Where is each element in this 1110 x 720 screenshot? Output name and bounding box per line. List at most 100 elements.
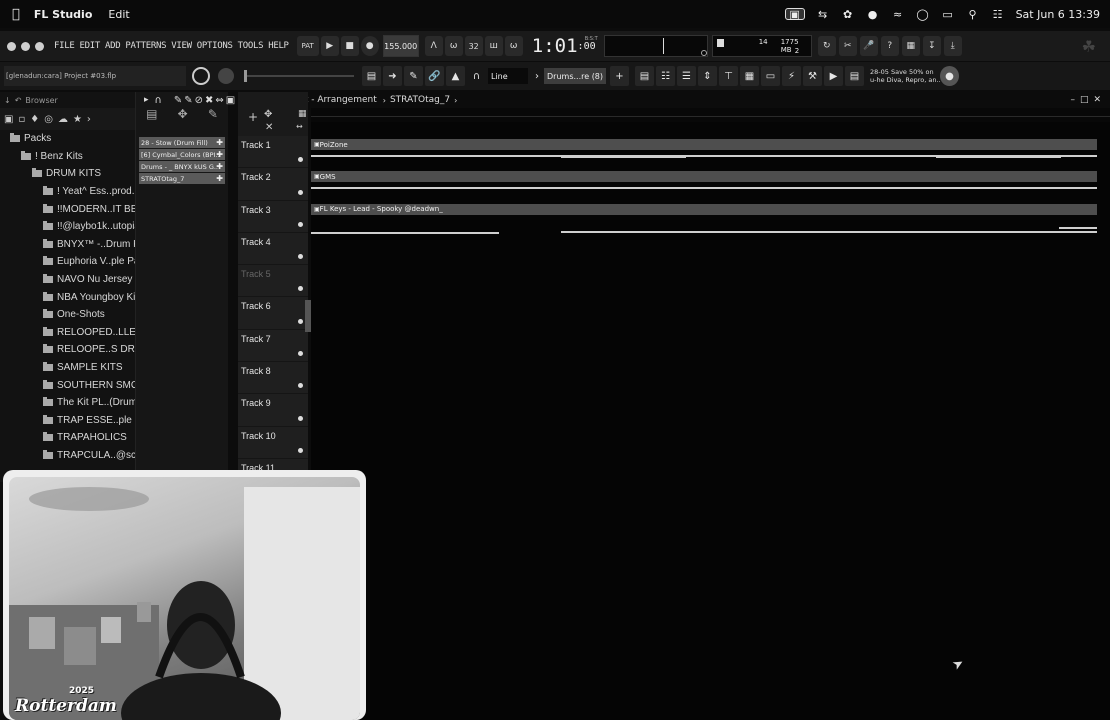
sync-icon[interactable]: ⇆	[816, 8, 830, 21]
help-icon[interactable]: ?	[880, 36, 899, 56]
cut-icon[interactable]: ✂	[838, 36, 857, 56]
browser-item[interactable]: ! Benz Kits	[0, 148, 135, 166]
apple-icon[interactable]: 	[12, 7, 20, 22]
close-window-button[interactable]	[7, 41, 16, 51]
menubar-clock[interactable]: Sat Jun 6 13:39	[1016, 8, 1100, 21]
playlist-icon[interactable]: ▤	[635, 66, 654, 86]
picker-item[interactable]: STRATOtag_7 ✚	[139, 173, 225, 184]
piano-roll-icon[interactable]: ▤	[362, 66, 381, 86]
channel-prev-icon[interactable]: ›	[532, 66, 542, 86]
menu-add[interactable]: ADD	[105, 41, 121, 51]
browser-file-icon[interactable]: ▫	[18, 114, 25, 125]
creative-cloud-icon[interactable]: ✿	[841, 8, 855, 21]
master-volume-knob[interactable]	[192, 67, 210, 85]
stamp-icon[interactable]: ▲	[446, 66, 465, 86]
browser-item[interactable]: TRAPAHOLICS	[0, 429, 135, 447]
playlist-arrow-icon[interactable]: ▸	[144, 95, 149, 105]
browser-item[interactable]: One-Shots	[0, 306, 135, 324]
menu-help[interactable]: HELP	[268, 41, 289, 51]
track-mute-button[interactable]	[298, 286, 303, 292]
zoom-window-button[interactable]	[35, 41, 44, 51]
browser-item[interactable]: ! Yeat^ Ess..prod..stc]	[0, 183, 135, 201]
account-icon[interactable]: ●	[866, 8, 880, 21]
wait-input-icon[interactable]: ω	[444, 36, 463, 56]
channel-rack-icon[interactable]: ☷	[656, 66, 675, 86]
browser-item[interactable]: SAMPLE KITS	[0, 359, 135, 377]
channel-selector[interactable]: Drums...re (8)	[544, 68, 606, 84]
wifi-icon[interactable]: ≈	[891, 8, 905, 21]
battery-icon[interactable]: ▭	[941, 8, 955, 21]
add-channel-icon[interactable]: +	[610, 66, 629, 86]
picker-view-icon[interactable]: ▤	[146, 107, 157, 121]
browser-item[interactable]: !!@laybo1k..utopia kit	[0, 218, 135, 236]
menu-edit[interactable]: Edit	[108, 8, 129, 21]
magnet-snap-icon[interactable]: ∩	[155, 95, 162, 106]
track-header[interactable]: Track 4	[238, 232, 308, 266]
track-mute-button[interactable]	[298, 189, 303, 195]
picker-add-icon[interactable]: ✚	[216, 174, 223, 183]
browser-item[interactable]: TRAPCULA..@scarpele	[0, 447, 135, 465]
record-button[interactable]: ●	[360, 36, 379, 56]
track-lock-icon[interactable]: ▦	[298, 109, 307, 119]
metronome-icon[interactable]: Λ	[424, 36, 443, 56]
picker-move-icon[interactable]: ✥	[178, 107, 188, 121]
browser-back-icon[interactable]: ↶	[15, 96, 22, 105]
picker-add-icon[interactable]: ✚	[216, 162, 223, 171]
move-track-icon[interactable]: ✥	[264, 109, 272, 120]
patterns-icon[interactable]: ▦	[740, 66, 759, 86]
routing-icon[interactable]: ⊤	[719, 66, 738, 86]
browser-sample-icon[interactable]: ◎	[44, 114, 53, 125]
cart-icon[interactable]: ▤	[845, 66, 864, 86]
arrangement-area[interactable]: ▣ PoiZone ▣ GMS ▣ FL Keys - Lead - Spooky …	[311, 122, 1110, 720]
news-panel[interactable]: 28-05 Save 50% on u-he Diva, Repro, an..	[870, 66, 940, 86]
track-mute-button[interactable]	[298, 318, 303, 324]
playlist-window-controls[interactable]: –□✕	[1070, 95, 1106, 105]
browser-item[interactable]: BNYX™ -..Drum Kit)	[0, 236, 135, 254]
track-mute-button[interactable]	[298, 254, 303, 260]
picker-item[interactable]: Drums - _ BNYX kUS G.. ✚	[139, 161, 225, 172]
browser-item[interactable]: DRUM KITS	[0, 165, 135, 183]
track-header[interactable]: Track 7	[238, 329, 308, 363]
timeline-ruler[interactable]	[311, 108, 1110, 122]
picker-add-icon[interactable]: ✚	[216, 150, 223, 159]
arrow-tool-icon[interactable]: ➜	[383, 66, 402, 86]
track-mute-button[interactable]	[298, 351, 303, 357]
spotlight-search-icon[interactable]: ⚲	[966, 8, 980, 21]
playlist-clip[interactable]: ▣ GMS	[311, 171, 1097, 183]
pattern-dropdown-icon[interactable]: ›	[454, 96, 457, 105]
browser-star-icon[interactable]: ★	[73, 114, 82, 125]
menu-patterns[interactable]: PATTERNS	[125, 41, 166, 51]
browser-item[interactable]: TRAP ESSE..ple Pack]	[0, 412, 135, 430]
export-icon[interactable]: ⤓	[943, 36, 962, 56]
browser-filter-all-icon[interactable]: ▣	[4, 114, 13, 125]
browser-item[interactable]: The Kit PL..(Drum Kit)	[0, 394, 135, 412]
browser-arrow-icon[interactable]: ↓	[4, 96, 11, 105]
browser-plugin-icon[interactable]: ♦	[30, 114, 39, 125]
tempo-display[interactable]: 155.000	[382, 35, 419, 57]
link-icon[interactable]: 🔗	[425, 66, 444, 86]
browser-icon[interactable]: ▭	[761, 66, 780, 86]
playlist-clip[interactable]: ▣ FL Keys - Lead - Spooky @deadwn_	[311, 203, 1097, 215]
remove-track-icon[interactable]: ✕	[265, 122, 273, 133]
plugin-icon[interactable]: ⚡	[782, 66, 801, 86]
track-mute-button[interactable]	[298, 415, 303, 421]
picker-brush-icon[interactable]: ✎	[208, 107, 218, 121]
menu-edit-fl[interactable]: EDIT	[79, 41, 100, 51]
undo-history-icon[interactable]: ↻	[817, 36, 836, 56]
browser-item[interactable]: NBA Youngboy Kits	[0, 288, 135, 306]
minimize-window-button[interactable]	[21, 41, 30, 51]
track-resize-icon[interactable]: ↔	[296, 122, 303, 131]
pencil-tool-icon[interactable]: ✎	[404, 66, 423, 86]
master-slider-handle[interactable]	[244, 70, 247, 82]
loop-record-icon[interactable]: ω	[504, 36, 523, 56]
pattern-song-toggle[interactable]: PAT	[296, 36, 319, 56]
play-button[interactable]: ▶	[320, 36, 339, 56]
tool-icon[interactable]: ⚒	[803, 66, 822, 86]
control-center-icon[interactable]: ☷	[991, 8, 1005, 21]
picker-item[interactable]: [6] Cymbal_Colors (BPI.. ✚	[139, 149, 225, 160]
browser-item[interactable]: RELOOPE..S DRUMKIT	[0, 341, 135, 359]
browser-item[interactable]: RELOOPED..LLECTION	[0, 324, 135, 342]
stop-button[interactable]: ■	[340, 36, 359, 56]
master-slider[interactable]	[244, 70, 354, 82]
blend-notes-icon[interactable]: ш	[484, 36, 503, 56]
